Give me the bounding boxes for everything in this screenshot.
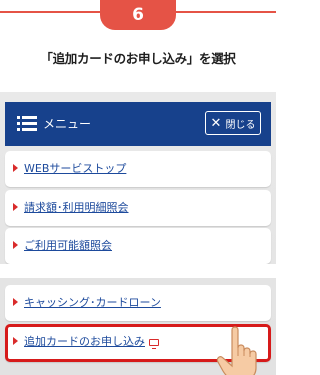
menu-item-label[interactable]: WEBサービストップ [24, 161, 126, 176]
menu-item-label[interactable]: キャッシング･カードローン [24, 295, 161, 310]
section-separator [0, 264, 276, 278]
phone-screen: メニュー ✕ 閉じる WEBサービストップ 請求額･利用明細照会 ご利用可能額照… [0, 92, 276, 375]
hamburger-menu-icon [17, 116, 37, 132]
menu-item-available-amount[interactable]: ご利用可能額照会 [5, 228, 271, 264]
menu-item-label[interactable]: 追加カードのお申し込み [24, 334, 145, 349]
menu-item-label[interactable]: 請求額･利用明細照会 [24, 200, 129, 215]
menu-title: メニュー [43, 117, 92, 131]
step-number-badge: 6 [100, 0, 176, 30]
screen-icon [149, 339, 159, 349]
arrow-right-icon [13, 164, 18, 172]
close-x-icon: ✕ [210, 115, 222, 131]
menu-item-web-service-top[interactable]: WEBサービストップ [5, 151, 271, 187]
menu-item-cashing-card-loan[interactable]: キャッシング･カードローン [5, 285, 271, 321]
menu-header: メニュー ✕ 閉じる [5, 102, 271, 146]
step-instruction: 「追加カードのお申し込み」を選択 [40, 51, 236, 66]
arrow-right-icon [13, 203, 18, 211]
pointing-hand-icon [216, 326, 257, 375]
arrow-right-icon [13, 241, 18, 249]
close-button-label: 閉じる [225, 119, 256, 131]
arrow-right-icon [13, 298, 18, 306]
menu-item-label[interactable]: ご利用可能額照会 [24, 238, 112, 253]
arrow-right-icon [13, 337, 18, 345]
close-button[interactable]: ✕ 閉じる [205, 111, 261, 135]
menu-item-billing-statement[interactable]: 請求額･利用明細照会 [5, 190, 271, 226]
